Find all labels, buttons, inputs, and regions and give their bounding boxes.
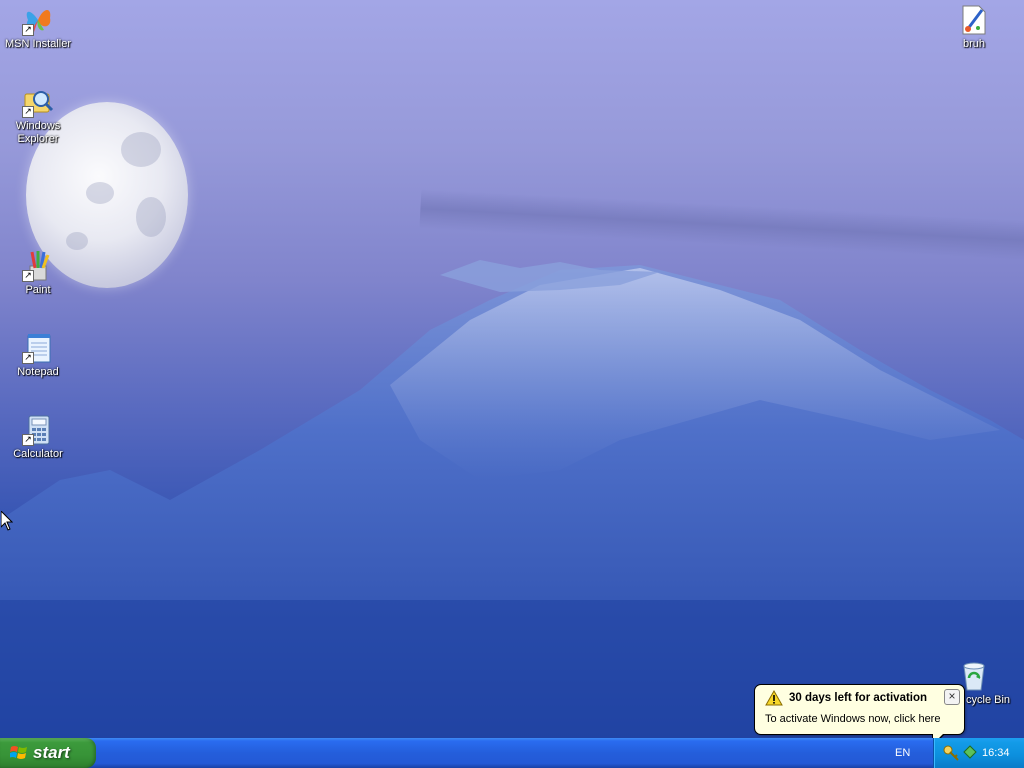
paint-brushes-icon: ↗ xyxy=(22,250,54,282)
desktop[interactable]: ↗ MSN Installer ↗ Windows Explorer ↗ Pai… xyxy=(0,0,1024,738)
balloon-message[interactable]: To activate Windows now, click here xyxy=(765,713,940,725)
balloon-title: 30 days left for activation xyxy=(789,692,928,704)
explorer-magnifier-folder-icon: ↗ xyxy=(22,86,54,118)
balloon-close-button[interactable]: × xyxy=(944,689,960,705)
activation-balloon[interactable]: 30 days left for activation To activate … xyxy=(754,684,965,735)
start-label: start xyxy=(33,743,70,762)
warning-icon xyxy=(765,690,783,706)
system-tray xyxy=(933,738,1024,768)
desktop-icon-windows-explorer[interactable]: ↗ Windows Explorer xyxy=(0,86,76,146)
desktop-icon-msn-installer[interactable]: ↗ MSN Installer xyxy=(0,4,76,51)
close-icon: × xyxy=(948,689,956,703)
desktop-icon-calculator[interactable]: ↗ Calculator xyxy=(0,414,76,461)
msn-butterfly-icon: ↗ xyxy=(22,4,54,36)
notepad-icon: ↗ xyxy=(22,332,54,364)
language-indicator[interactable]: EN xyxy=(895,747,910,759)
mouse-cursor-icon xyxy=(1,511,13,531)
security-key-icon[interactable] xyxy=(942,744,960,762)
start-button[interactable]: start xyxy=(0,738,96,768)
wallpaper-mountain xyxy=(0,260,1024,738)
paint-file-icon xyxy=(958,4,990,36)
taskbar: start EN 16:34 xyxy=(0,738,1024,768)
desktop-icon-bruh[interactable]: bruh xyxy=(936,4,1012,51)
windows-flag-icon xyxy=(10,746,27,759)
clock: 16:34 xyxy=(982,747,1010,759)
activation-tray-icon[interactable] xyxy=(962,744,978,760)
desktop-icon-paint[interactable]: ↗ Paint xyxy=(0,250,76,297)
calculator-icon: ↗ xyxy=(22,414,54,446)
desktop-icon-notepad[interactable]: ↗ Notepad xyxy=(0,332,76,379)
